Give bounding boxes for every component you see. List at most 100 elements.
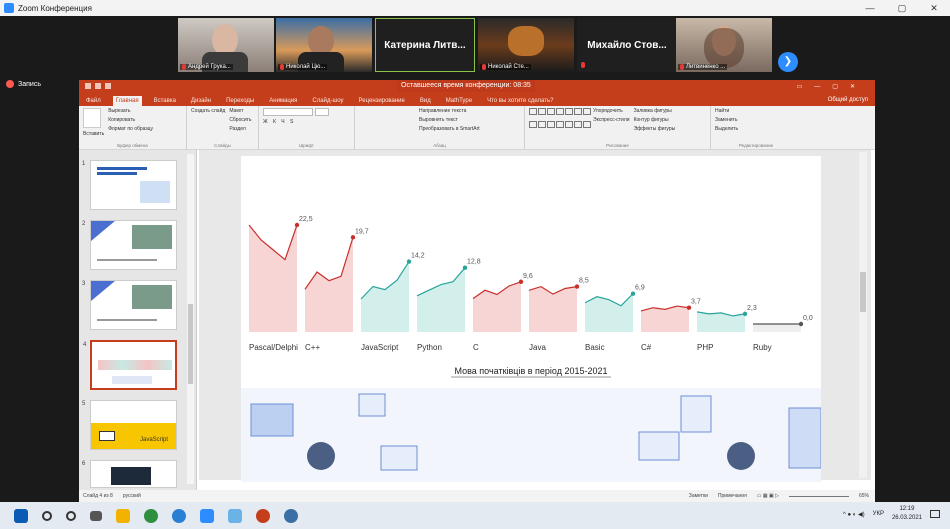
slide-thumb-selected[interactable]: 4 <box>83 340 177 390</box>
redo-icon[interactable] <box>105 83 111 89</box>
tab-mathtype[interactable]: MathType <box>443 96 475 106</box>
minimize-button[interactable]: — <box>854 0 886 16</box>
participant-name: Михайло Стов... <box>587 39 667 51</box>
close-button[interactable]: ✕ <box>918 0 950 16</box>
tell-me-input[interactable]: Что вы хотите сделать? <box>484 96 556 106</box>
save-icon[interactable] <box>85 83 91 89</box>
copy-button[interactable]: Копировать <box>108 117 153 123</box>
slide-thumb[interactable]: 3 <box>82 280 177 330</box>
undo-icon[interactable] <box>95 83 101 89</box>
chevron-right-icon: ❯ <box>783 56 793 67</box>
format-painter-button[interactable]: Формат по образцу <box>108 126 153 132</box>
shapes-gallery[interactable] <box>529 108 591 132</box>
slide-thumb[interactable]: 1 <box>82 160 177 210</box>
share-button[interactable]: Общий доступ <box>825 95 871 105</box>
align-text-button[interactable]: Выровнять текст <box>419 117 480 123</box>
canvas-scrollbar[interactable] <box>859 152 867 478</box>
slide-thumb[interactable]: 6 <box>82 460 177 488</box>
shape-outline-button[interactable]: Контур фигуры <box>634 117 676 123</box>
editing-group: Найти Заменить Выделить Редактирование <box>711 106 801 149</box>
search-icon[interactable] <box>42 510 52 521</box>
maximize-button[interactable]: ▢ <box>886 0 918 16</box>
new-slide-button[interactable]: Создать слайд <box>191 108 225 114</box>
font-size-input[interactable] <box>315 108 329 116</box>
participant-tile[interactable]: Михайло Стов... <box>577 18 677 72</box>
tab-transitions[interactable]: Переходы <box>223 96 257 106</box>
slide-canvas: 22,5 Pascal/Delphi 19,7 C++ 14,2 JavaScript 12… <box>199 150 871 482</box>
windows-start-icon[interactable] <box>14 508 28 523</box>
doc-graphic <box>680 395 712 433</box>
section-button[interactable]: Раздел <box>229 126 251 132</box>
series-end-point <box>574 284 580 289</box>
participant-tile[interactable]: Николай Цю... <box>276 18 372 72</box>
slide-thumb[interactable]: 5 JavaScript <box>82 400 177 450</box>
series-end-point <box>686 305 692 310</box>
reset-button[interactable]: Сбросить <box>229 117 251 123</box>
participant-name: Николай Цю... <box>286 64 326 70</box>
file-explorer-icon[interactable] <box>116 508 130 523</box>
window-graphic <box>788 407 821 469</box>
tab-insert[interactable]: Вставка <box>151 96 179 106</box>
cortana-icon[interactable] <box>66 510 76 521</box>
powerpoint-icon[interactable] <box>256 508 270 523</box>
font-format-buttons[interactable]: Ж К Ч S <box>263 119 329 125</box>
tab-view[interactable]: Вид <box>417 96 434 106</box>
keyboard-language[interactable]: УКР <box>873 511 884 517</box>
mic-muted-icon <box>280 64 284 70</box>
shape-fill-button[interactable]: Заливка фигуры <box>634 108 676 114</box>
quick-styles-button[interactable]: Экспресс-стили <box>593 117 630 123</box>
recording-indicator: Запись <box>6 80 41 88</box>
tab-animations[interactable]: Анимация <box>266 96 300 106</box>
text-direction-button[interactable]: Направление текста <box>419 108 480 114</box>
arrange-button[interactable]: Упорядочить <box>593 108 630 114</box>
value-label: 0,0 <box>803 315 813 322</box>
participant-tile[interactable]: Катерина Литв... <box>375 18 475 72</box>
layout-button[interactable]: Макет <box>229 108 251 114</box>
paste-icon[interactable] <box>83 108 101 128</box>
tab-home[interactable]: Главная <box>112 96 142 106</box>
shape-effects-button[interactable]: Эффекты фигуры <box>634 126 676 132</box>
series-end-point <box>406 259 412 264</box>
participant-tile[interactable]: Николай Сте... <box>478 18 574 72</box>
value-label: 6,9 <box>635 285 645 292</box>
task-view-icon[interactable] <box>90 510 102 521</box>
zoom-slider[interactable] <box>788 495 849 497</box>
participant-tile[interactable]: Литвиненко ... <box>676 18 772 72</box>
next-page-button[interactable]: ❯ <box>778 52 798 72</box>
series-area <box>641 306 689 332</box>
clock[interactable]: 12:19 26.03.2021 <box>892 505 922 523</box>
cut-button[interactable]: Вырезать <box>108 108 153 114</box>
notification-icon[interactable] <box>930 510 940 518</box>
tab-slideshow[interactable]: Слайд-шоу <box>309 96 346 106</box>
series-end-point <box>742 311 748 317</box>
tab-review[interactable]: Рецензирование <box>356 96 408 106</box>
chrome-icon[interactable] <box>144 508 158 523</box>
font-family-input[interactable] <box>263 108 313 116</box>
participant-name: Катерина Литв... <box>384 39 466 51</box>
participant-tile[interactable]: Андрей Грука... <box>178 18 274 72</box>
find-button[interactable]: Найти <box>715 108 738 114</box>
view-buttons[interactable]: ▭ ▦ ▣ ▷ <box>757 493 779 499</box>
group-label: Слайды <box>214 143 231 148</box>
zoom-app-icon[interactable] <box>200 508 214 523</box>
slide-thumbnails: 1 2 3 4 5 JavaScript 6 <box>79 150 197 490</box>
app-icon[interactable] <box>284 508 298 523</box>
series-end-point <box>798 321 804 327</box>
thumbnail-scrollbar[interactable] <box>187 154 194 484</box>
tab-file[interactable]: Файл <box>83 96 104 106</box>
comments-button[interactable]: Примечания <box>718 493 747 499</box>
ribbon: Вставить Вырезать Копировать Формат по о… <box>79 106 875 150</box>
value-label: 9,6 <box>523 273 533 280</box>
window-controls[interactable]: ▭—▢✕ <box>797 83 867 90</box>
tab-design[interactable]: Дизайн <box>188 96 214 106</box>
paint-icon[interactable] <box>228 508 242 523</box>
slide-thumb[interactable]: 2 <box>82 220 177 270</box>
edge-icon[interactable] <box>172 508 186 523</box>
group-label: Рисование <box>606 143 629 148</box>
category-label: JavaScript <box>361 343 399 352</box>
replace-button[interactable]: Заменить <box>715 117 738 123</box>
tray-icons[interactable]: ^ ● ◐ ◀) <box>843 511 865 518</box>
smartart-button[interactable]: Преобразовать в SmartArt <box>419 126 480 132</box>
select-button[interactable]: Выделить <box>715 126 738 132</box>
notes-button[interactable]: Заметки <box>689 493 708 499</box>
